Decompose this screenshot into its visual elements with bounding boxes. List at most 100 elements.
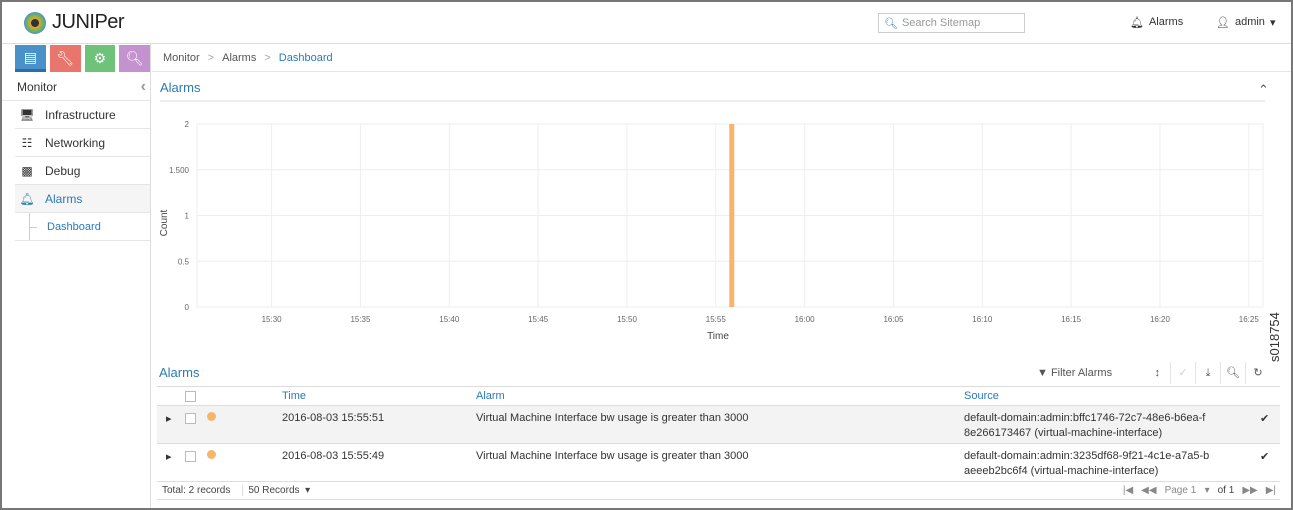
chevron-right-icon: > [264, 51, 271, 64]
y-tick-label: 1.500 [169, 166, 190, 175]
grid-footer: Total: 2 records 50 Records ▾ |◀ ◀◀ Page … [157, 482, 1280, 500]
check-circle-icon: ✓ [1178, 367, 1188, 379]
page-size-label: 50 Records [248, 485, 300, 496]
tab-query[interactable]: 🔍︎ [119, 45, 150, 72]
source-line: default-domain:admin:3235df68-9f21-4c1e-… [964, 450, 1210, 462]
select-all-checkbox[interactable] [185, 390, 196, 402]
x-tick-label: 15:40 [439, 315, 460, 324]
filter-alarms-dropdown[interactable]: ▼ Filter Alarms ↕ [1030, 367, 1170, 379]
expand-caret-icon[interactable]: ▸ [166, 451, 172, 463]
table-header: Time Alarm Source [157, 386, 1280, 406]
cell-time: 2016-08-03 15:55:49 [282, 443, 476, 482]
logo-mark-icon [24, 11, 46, 34]
grid-title: Alarms [159, 365, 200, 380]
search-icon: 🔍︎ [884, 17, 898, 30]
cell-alarm: Virtual Machine Interface bw usage is gr… [476, 443, 964, 482]
x-tick-label: 16:00 [795, 315, 816, 324]
search-button[interactable]: 🔍︎ [1220, 362, 1245, 384]
x-tick-label: 16:20 [1150, 315, 1171, 324]
source-line: default-domain:admin:bffc1746-72c7-48e6-… [964, 412, 1206, 424]
y-tick-label: 0.5 [178, 257, 190, 266]
chevron-right-icon: > [207, 51, 215, 64]
panel-title: Alarms [160, 80, 1265, 102]
x-tick-label: 15:50 [617, 315, 638, 324]
last-page-icon[interactable]: ▶| [1266, 485, 1276, 496]
y-axis-label: Count [159, 209, 170, 236]
column-source[interactable]: Source [964, 386, 1260, 406]
table-row[interactable]: ▸ 2016-08-03 15:55:51 Virtual Machine In… [157, 405, 1280, 444]
download-icon: ⤓ [1205, 367, 1211, 379]
export-button[interactable]: ⤓ [1195, 362, 1220, 384]
sidebar-item-label: Networking [45, 135, 106, 150]
user-icon: 👤︎ [1216, 17, 1230, 29]
pager: |◀ ◀◀ Page 1 ▾ of 1 ▶▶ ▶| [1123, 485, 1276, 496]
x-tick-label: 16:10 [972, 315, 993, 324]
severity-dot-icon [207, 412, 216, 421]
search-placeholder: Search Sitemap [901, 17, 981, 29]
acknowledge-icon[interactable]: ✔ [1260, 413, 1269, 425]
puzzle-icon: ▩ [21, 163, 33, 178]
column-alarm[interactable]: Alarm [476, 386, 964, 406]
top-header: JUNIPer 🔍︎ Search Sitemap 🔔︎ Alarms 👤︎ admi… [2, 2, 1291, 44]
tab-monitor[interactable]: ▤ [15, 45, 46, 72]
cell-source: default-domain:admin:3235df68-9f21-4c1e-… [964, 443, 1260, 482]
sidebar-subitem-dashboard[interactable]: Dashboard [15, 213, 150, 241]
first-page-icon[interactable]: |◀ [1123, 485, 1133, 496]
user-label: admin [1234, 16, 1265, 28]
page-label: Page 1 [1164, 485, 1197, 496]
page-size-select[interactable]: 50 Records ▾ [242, 485, 310, 496]
bar[interactable] [729, 124, 735, 307]
logo-text: JUNIPer [52, 11, 125, 33]
caret-down-icon: ▾ [1269, 17, 1276, 29]
row-checkbox[interactable] [185, 412, 196, 424]
sitemap-icon: ☷ [21, 135, 33, 150]
acknowledge-button[interactable]: ✓ [1170, 362, 1195, 384]
prev-page-icon[interactable]: ◀◀ [1141, 485, 1156, 496]
expand-caret-icon[interactable]: ▸ [166, 413, 172, 425]
breadcrumb-monitor[interactable]: Monitor [163, 52, 200, 64]
x-tick-label: 16:25 [1239, 315, 1260, 324]
source-line: 8e266173467 (virtual-machine-interface) [964, 427, 1163, 439]
user-menu[interactable]: 👤︎ admin ▾ [1216, 16, 1275, 29]
header-alarms-button[interactable]: 🔔︎ Alarms [1130, 16, 1183, 29]
sidebar-item-debug[interactable]: ▩ Debug [15, 157, 150, 185]
breadcrumb-alarms[interactable]: Alarms [222, 52, 256, 64]
sidebar-item-networking[interactable]: ☷ Networking [15, 129, 150, 157]
column-time[interactable]: Time [282, 386, 476, 406]
search-sitemap-input[interactable]: 🔍︎ Search Sitemap [878, 13, 1025, 33]
sidebar-item-label: Infrastructure [45, 107, 116, 122]
x-tick-label: 15:30 [262, 315, 283, 324]
alarms-chart: 0 0.5 1 1.500 2 15:30 15:35 15:40 15:45 15:50 15:5… [159, 120, 1264, 342]
page-select[interactable]: Page 1 ▾ [1165, 485, 1210, 496]
tab-configure[interactable]: 🔧︎ [49, 45, 81, 72]
refresh-button[interactable]: ↻ [1245, 362, 1270, 384]
cell-source: default-domain:admin:bffc1746-72c7-48e6-… [964, 405, 1260, 444]
cell-time: 2016-08-03 15:55:51 [282, 405, 476, 444]
sidebar-item-label: Debug [45, 163, 81, 178]
chevron-up-icon[interactable]: ⌃ [1258, 82, 1269, 98]
table-row[interactable]: ▸ 2016-08-03 15:55:49 Virtual Machine In… [157, 443, 1280, 482]
alarms-label: Alarms [1148, 16, 1184, 28]
wrench-icon: 🔧︎ [56, 50, 75, 66]
filter-icon: ▼ [1037, 367, 1048, 379]
row-checkbox[interactable] [185, 450, 196, 462]
tab-settings[interactable]: ⚙ [84, 45, 116, 72]
x-tick-label: 16:15 [1061, 315, 1082, 324]
collapse-sidebar-icon[interactable]: ‹ [141, 78, 146, 96]
x-tick-label: 15:55 [706, 315, 727, 324]
breadcrumb-dashboard: Dashboard [278, 51, 333, 64]
gear-icon: ⚙ [93, 50, 107, 66]
x-tick-label: 16:05 [883, 315, 904, 324]
search-icon: 🔍︎ [1226, 367, 1240, 379]
y-tick-label: 1 [185, 212, 190, 221]
total-records: Total: 2 records [162, 485, 231, 496]
acknowledge-icon[interactable]: ✔ [1260, 451, 1269, 463]
sidebar-title: Monitor [17, 79, 58, 94]
next-page-icon[interactable]: ▶▶ [1242, 485, 1257, 496]
breadcrumb: Monitor > Alarms > Dashboard [152, 44, 1291, 72]
sidebar-item-alarms[interactable]: 🔔︎ Alarms [15, 185, 150, 213]
juniper-logo[interactable]: JUNIPer [24, 11, 125, 34]
sidebar-item-infrastructure[interactable]: 🖥︎ Infrastructure [15, 101, 150, 129]
bell-icon: 🔔︎ [19, 191, 35, 206]
page-count: of 1 [1217, 485, 1235, 496]
